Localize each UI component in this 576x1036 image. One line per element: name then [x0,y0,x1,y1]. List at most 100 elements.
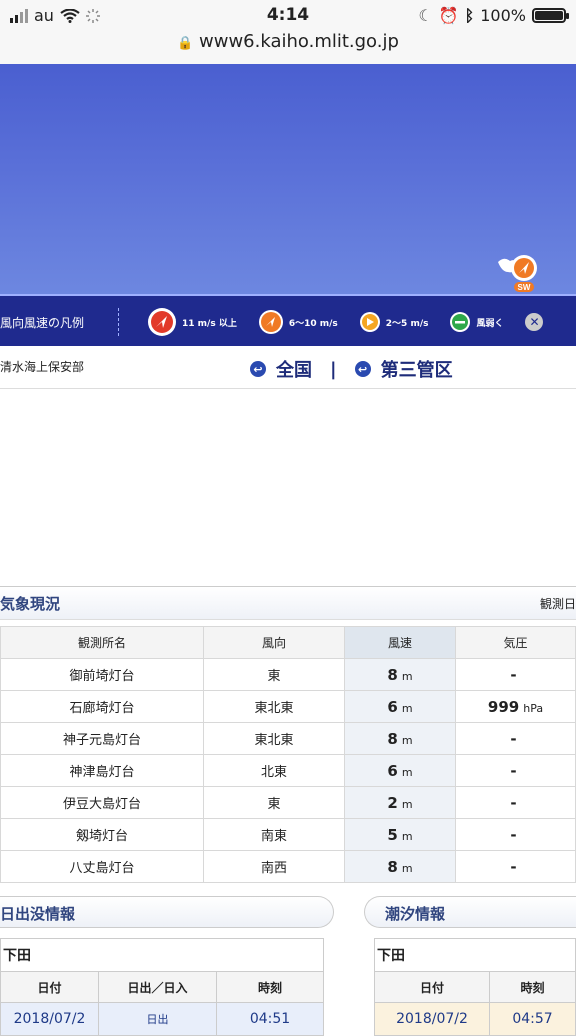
lock-icon: 🔒 [177,36,194,51]
arrow-orange-icon [258,310,283,334]
wind-speed-unit: m [401,765,413,779]
sun-event: 日出 [98,1002,217,1036]
sun-date: 2018/07/2 [0,1002,99,1036]
station-name: 石廊埼灯台 [0,690,204,723]
station-name: 神津島灯台 [0,754,204,787]
wind-speed-unit: m [401,669,413,683]
legend-label: 11 m/s 以上 [182,318,237,329]
tide-date: 2018/07/2 [374,1002,490,1036]
pressure: 999 hPa [455,690,576,723]
legend-item-moderate: 6〜10 m/s [258,310,338,334]
status-bar: au 4:14 ☾ ⏰ ᛒ 100% 🔒 www6.kaiho.mlit.go.… [0,0,576,64]
station-name: 剱埼灯台 [0,818,204,851]
pressure: - [455,722,576,755]
wind-speed-unit: m [401,733,413,747]
region-bar: 清水海上保安部 ↩ 全国 | ↩ 第三管区 [0,346,576,389]
sun-panel-title: 日出没情報 [0,896,334,928]
pressure: - [455,658,576,691]
wind-speed-unit: m [401,701,413,715]
wind-speed-value: 8 [387,729,398,748]
legend-item-calm: 風弱く [450,312,503,332]
table-row: 伊豆大島灯台東 2 m - [0,786,576,819]
status-right: ☾ ⏰ ᛒ 100% [418,6,569,25]
station-name: 八丈島灯台 [0,850,204,883]
tide-location: 下田 [374,938,576,972]
pressure: - [455,786,576,819]
wind-direction: 東 [203,786,345,819]
wind-speed: 5m [344,818,456,851]
wind-speed-value: 8 [387,857,398,876]
legend-label: 風弱く [476,318,504,329]
pressure-value: - [510,665,517,684]
wind-speed-value: 6 [387,697,398,716]
wind-direction: 南東 [203,818,345,851]
battery-percent: 100% [480,6,526,25]
pressure: - [455,754,576,787]
sun-location: 下田 [0,938,324,972]
legend-title: 風向風速の凡例 [0,315,85,330]
wind-speed-unit: m [401,829,413,843]
weather-header: 気象現況 観測日 [0,586,576,620]
pressure-value: - [510,825,517,844]
pressure-unit: hPa [523,701,544,715]
legend-divider [118,308,120,336]
pressure-value: - [510,761,517,780]
table-row: 2018/07/2 04:57 [374,1002,576,1036]
url-text: www6.kaiho.mlit.go.jp [199,31,399,52]
close-icon[interactable]: ✕ [525,313,544,331]
link-district[interactable]: 第三管区 [381,356,453,382]
wind-direction: 南西 [203,850,345,883]
table-row: 石廊埼灯台 東北東 6 m 999 hPa [0,690,576,723]
table-row: 2018/07/2 日出 04:51 [0,1002,324,1036]
wind-legend: 風向風速の凡例 11 m/s 以上 6〜10 m/s 2〜5 m/s 風弱く ✕ [0,294,576,348]
table-row: 神子元島灯台 東北東 8 m - [0,722,576,755]
legend-item-light: 2〜5 m/s [359,312,429,332]
link-national[interactable]: 全国 [276,356,312,382]
pressure-value: - [510,857,517,876]
link-divider: | [330,358,337,380]
back-arrow-icon: ↩ [250,361,266,377]
arrow-yellow-icon [359,312,380,332]
sun-col-event: 日出／日入 [98,971,217,1003]
wind-speed: 8m [344,850,456,883]
tide-panel-title: 潮汐情報 [364,896,576,928]
calm-icon [450,312,471,332]
pressure-value: - [510,793,517,812]
table-row: 神津島灯台 北東 6 m - [0,754,576,787]
tide-title-text: 潮汐情報 [385,905,446,923]
wind-direction: 東 [203,658,345,691]
wind-map[interactable]: SW [0,64,576,294]
back-arrow-icon: ↩ [354,361,371,377]
legend-label: 2〜5 m/s [385,318,429,329]
wind-speed-unit: m [401,861,413,875]
wind-speed: 6m [344,754,456,787]
sun-col-time: 時刻 [216,971,324,1003]
table-row: 剱埼灯台 南東 5 m - [0,818,576,851]
sun-col-date: 日付 [0,971,99,1003]
tide-table: 下田 日付 時刻 2018/07/2 04:57 [374,938,576,1036]
pressure: - [455,818,576,851]
pressure-value: 999 [487,697,520,716]
arrow-red-icon [148,308,176,336]
office-name: 清水海上保安部 [0,360,85,374]
wind-speed: 2m [344,786,456,819]
weather-table: 観測所名 風向 風速 気圧 御前埼灯台東 8 m - 石廊埼灯台 東北東 6 m 999 hPa 神… [0,626,576,883]
wind-speed: 8m [344,722,456,755]
pressure: - [455,850,576,883]
wind-speed: 8m [344,658,456,691]
col-station: 観測所名 [0,626,204,659]
wind-speed-value: 6 [387,761,398,780]
pressure-value: - [510,729,517,748]
map-island: SW [496,254,546,294]
legend-item-strong: 11 m/s 以上 [148,308,237,336]
address-bar[interactable]: 🔒 www6.kaiho.mlit.go.jp [0,31,576,52]
moon-icon: ☾ [418,6,433,25]
battery-icon [532,8,569,23]
bluetooth-icon: ᛒ [464,6,475,25]
table-header-row: 観測所名 風向 風速 気圧 [0,626,576,659]
station-name: 神子元島灯台 [0,722,204,755]
table-row: 御前埼灯台東 8 m - [0,658,576,691]
legend-label: 6〜10 m/s [288,318,338,329]
sun-table: 下田 日付 日出／日入 時刻 2018/07/2 日出 04:51 [0,938,324,1036]
table-row: 八丈島灯台 南西 8 m - [0,850,576,883]
